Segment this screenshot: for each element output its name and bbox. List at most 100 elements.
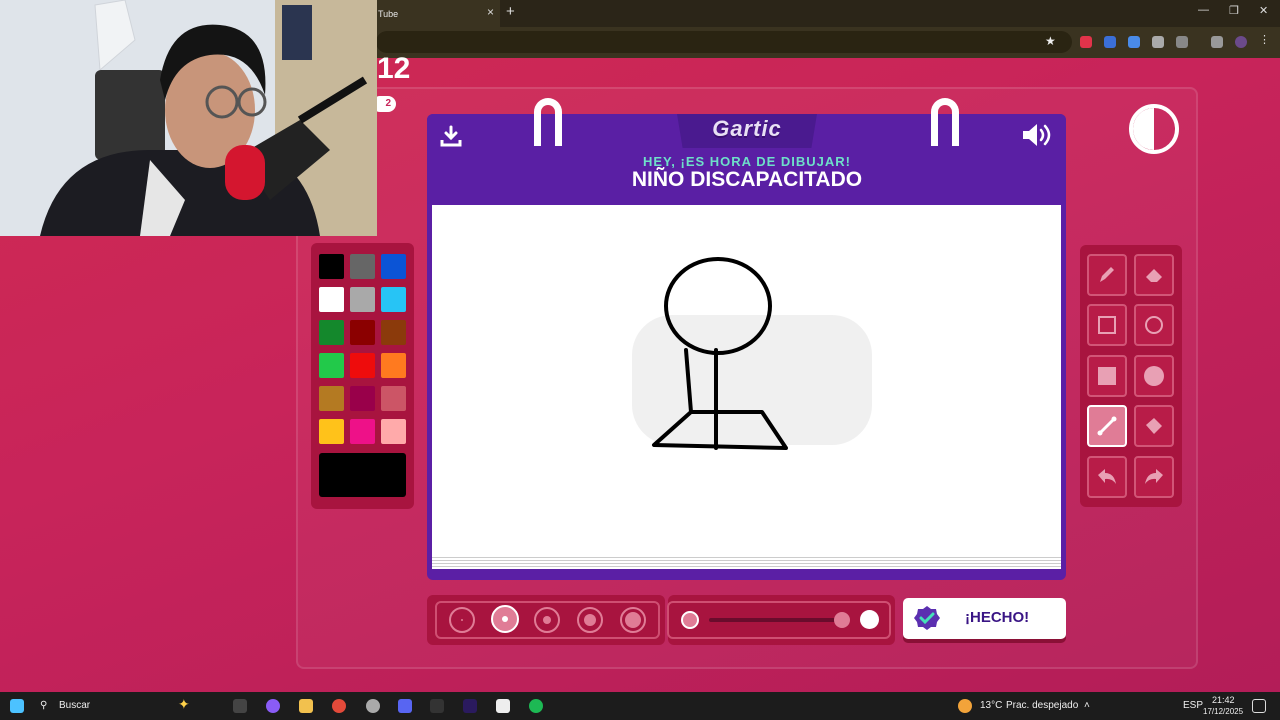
pencil-tool[interactable] (1087, 254, 1127, 296)
webcam-feed (0, 0, 377, 236)
line-tool[interactable] (1087, 405, 1127, 447)
color-swatch[interactable] (381, 386, 406, 411)
epic-games-icon[interactable] (430, 699, 444, 713)
rect-filled-tool[interactable] (1087, 355, 1127, 397)
discord-icon[interactable] (398, 699, 412, 713)
brush-size-3[interactable] (534, 607, 560, 633)
notification-icon[interactable] (1252, 699, 1266, 713)
search-icon[interactable]: ⚲ (40, 700, 47, 711)
download-icon[interactable] (439, 124, 463, 148)
browser-menu-icon[interactable]: ⋮ (1259, 33, 1271, 46)
timer: 12 (377, 52, 411, 85)
drawing-prompt: NIÑO DISCAPACITADO (631, 168, 863, 191)
sound-icon[interactable] (1021, 122, 1055, 148)
color-swatch[interactable] (319, 419, 344, 444)
ellipse-filled-tool[interactable] (1134, 355, 1174, 397)
extension-icon[interactable] (1128, 36, 1140, 48)
fill-bucket-icon (1146, 418, 1162, 434)
line-icon (1097, 416, 1117, 436)
spotify-icon[interactable] (529, 699, 543, 713)
minimize-button[interactable]: — (1198, 4, 1209, 16)
rect-outline-icon (1098, 316, 1116, 334)
drawing-canvas[interactable] (432, 205, 1061, 555)
opacity-min-icon (681, 611, 699, 629)
drawing (632, 257, 872, 450)
color-swatch[interactable] (381, 419, 406, 444)
redo-tool[interactable] (1134, 456, 1174, 498)
browser-tab[interactable]: Tube × (372, 0, 500, 27)
taskbar-search[interactable]: Buscar (59, 700, 90, 711)
opacity-max-icon (860, 610, 879, 629)
color-swatch[interactable] (381, 254, 406, 279)
extension-icon[interactable] (1080, 36, 1092, 48)
file-explorer-icon[interactable] (299, 699, 313, 713)
color-swatch[interactable] (319, 254, 344, 279)
board-header: Gartic HEY, ¡ES HORA DE DIBUJAR! NIÑO DI… (427, 114, 1066, 204)
current-color (319, 453, 406, 497)
tab-title: Tube (378, 8, 399, 19)
weather-desc[interactable]: Prac. despejado (1006, 700, 1078, 711)
extension-icon[interactable] (1152, 36, 1164, 48)
bookmark-star-icon[interactable]: ★ (1045, 34, 1056, 48)
color-swatch[interactable] (319, 287, 344, 312)
ellipse-outline-icon (1145, 316, 1163, 334)
rect-outline-tool[interactable] (1087, 304, 1127, 346)
color-swatch[interactable] (319, 353, 344, 378)
color-swatch[interactable] (319, 386, 344, 411)
notebook-ring (534, 98, 562, 146)
contrast-icon (1133, 108, 1154, 150)
restore-button[interactable]: ❐ (1229, 4, 1239, 17)
color-swatch[interactable] (350, 287, 375, 312)
profile-avatar[interactable] (1235, 36, 1247, 48)
tab-close-icon[interactable]: × (487, 5, 494, 19)
pencil-icon (1100, 267, 1114, 282)
weather-temp[interactable]: 13°C (980, 700, 1002, 711)
gartic-logo: Gartic (712, 116, 782, 141)
extension-icon[interactable] (1104, 36, 1116, 48)
new-tab-button[interactable]: + (506, 3, 515, 20)
color-swatch[interactable] (350, 386, 375, 411)
eraser-tool[interactable] (1134, 254, 1174, 296)
copilot-icon[interactable] (266, 699, 280, 713)
opacity-slider-track[interactable] (709, 618, 849, 622)
weather-icon[interactable] (958, 699, 972, 713)
clock-date[interactable]: 17/12/2025 (1203, 707, 1243, 716)
board-subtitle: HEY, ¡ES HORA DE DIBUJAR! (643, 154, 851, 169)
obs-icon[interactable] (366, 699, 380, 713)
rect-filled-icon (1098, 367, 1116, 385)
extensions-puzzle-icon[interactable] (1176, 36, 1188, 48)
notebook-ring (931, 98, 959, 146)
close-window-button[interactable]: ✕ (1259, 4, 1268, 17)
windows-start-icon[interactable] (10, 699, 24, 713)
brush-size-5[interactable] (620, 607, 646, 633)
language-indicator[interactable]: ESP (1183, 700, 1203, 711)
brush-size-4[interactable] (577, 607, 603, 633)
copilot-sparkle-icon[interactable]: ✦ (178, 696, 190, 713)
color-swatch[interactable] (350, 320, 375, 345)
brush-size-2[interactable] (491, 605, 519, 633)
fill-bucket-tool[interactable] (1134, 405, 1174, 447)
address-bar[interactable] (376, 31, 1072, 53)
ellipse-outline-tool[interactable] (1134, 304, 1174, 346)
color-swatch[interactable] (319, 320, 344, 345)
premiere-icon[interactable] (463, 699, 477, 713)
notion-icon[interactable] (496, 699, 510, 713)
task-view-icon[interactable] (233, 699, 247, 713)
undo-tool[interactable] (1087, 456, 1127, 498)
brush-size-1[interactable] (449, 607, 475, 633)
opacity-slider-handle[interactable] (834, 612, 850, 628)
chrome-icon[interactable] (332, 699, 346, 713)
tray-chevron-icon[interactable]: ˄ (1084, 700, 1090, 711)
done-button[interactable]: ¡HECHO! (903, 598, 1066, 639)
color-swatch[interactable] (381, 320, 406, 345)
color-swatch[interactable] (350, 419, 375, 444)
color-swatch[interactable] (350, 254, 375, 279)
theme-toggle-button[interactable] (1129, 104, 1179, 154)
color-swatch[interactable] (381, 287, 406, 312)
check-badge-icon (914, 606, 940, 630)
clock-time[interactable]: 21:42 (1212, 695, 1235, 705)
done-label: ¡HECHO! (965, 609, 1030, 626)
color-swatch[interactable] (381, 353, 406, 378)
reading-list-icon[interactable] (1211, 36, 1223, 48)
color-swatch[interactable] (350, 353, 375, 378)
